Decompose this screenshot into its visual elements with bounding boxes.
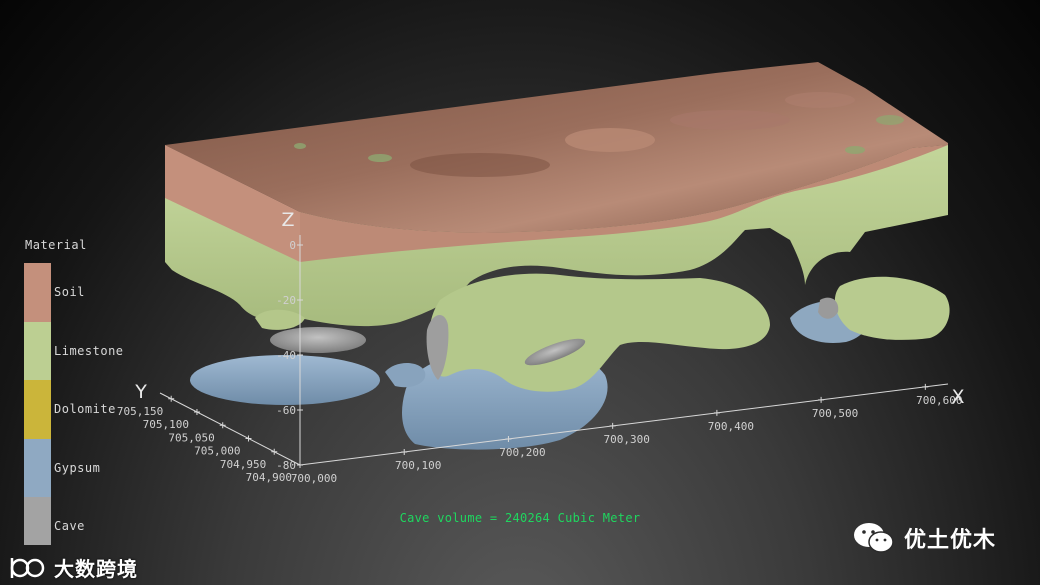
watermark-left: 大数跨境: [10, 553, 138, 582]
y-tick-label: 704,900: [246, 471, 292, 484]
watermark-right: 优土优木: [852, 520, 996, 556]
limestone-east-lobe: [834, 276, 950, 340]
legend-item-gypsum: Gypsum: [24, 438, 144, 497]
x-tick-label: 700,200: [499, 446, 545, 459]
y-tick-mark: [245, 435, 252, 442]
x-tick-mark: [818, 396, 825, 403]
y-tick-label: 705,100: [143, 418, 189, 431]
y-tick-mark: [271, 448, 278, 455]
y-tick-label: 705,050: [168, 431, 214, 444]
y-tick-label: 704,950: [220, 458, 266, 471]
z-tick-label: -60: [276, 404, 296, 417]
x-tick-label: 700,500: [812, 407, 858, 420]
z-tick-mark: [297, 407, 303, 413]
watermark-left-text: 大数跨境: [54, 557, 138, 581]
x-tick-mark: [713, 409, 720, 416]
x-tick-label: 700,000: [291, 472, 337, 485]
x-tick-mark: [609, 422, 616, 429]
y-tick-mark: [168, 395, 175, 402]
legend-item-cave: Cave: [24, 497, 144, 556]
y-tick-mark: [219, 422, 226, 429]
legend-label-gypsum: Gypsum: [54, 460, 101, 475]
z-axis-label: Z: [281, 209, 294, 231]
legend-item-limestone: Limestone: [24, 321, 144, 380]
x-axis-line: [299, 383, 949, 466]
geological-3d-model: 700,000 700,100 700,200 700,300 700,400 700,5…: [117, 62, 965, 485]
x-tick-mark: [401, 448, 408, 455]
x-tick-label: 700,100: [395, 459, 441, 472]
gypsum-lens-west: [190, 355, 380, 405]
legend-title: Material: [25, 238, 87, 252]
legend-label-limestone: Limestone: [54, 343, 124, 358]
z-tick-label: 0: [289, 239, 296, 252]
z-tick-label: -80: [276, 459, 296, 472]
z-tick-label: -40: [276, 349, 296, 362]
x-tick-mark: [922, 383, 929, 390]
wechat-icon: [854, 523, 894, 553]
z-tick-mark: [297, 462, 303, 468]
legend-item-dolomite: Dolomite: [24, 380, 144, 439]
legend-swatch-limestone: [24, 321, 51, 380]
x-tick-label: 700,400: [708, 420, 754, 433]
legend-item-soil: Soil: [24, 263, 144, 322]
x-tick-label: 700,300: [603, 433, 649, 446]
watermark-right-text: 优土优木: [904, 528, 997, 553]
legend-swatch-gypsum: [24, 438, 51, 497]
legend-swatch-dolomite: [24, 380, 51, 439]
z-tick-label: -20: [276, 294, 296, 307]
legend-label-dolomite: Dolomite: [54, 402, 116, 416]
brand-logo-icon: [10, 557, 45, 578]
y-tick-label: 705,000: [194, 445, 240, 458]
gypsum-small: [385, 363, 426, 388]
x-axis-label: X: [951, 386, 964, 408]
legend-swatch-soil: [24, 263, 51, 322]
y-tick-mark: [193, 409, 200, 416]
legend-label-soil: Soil: [54, 285, 85, 299]
